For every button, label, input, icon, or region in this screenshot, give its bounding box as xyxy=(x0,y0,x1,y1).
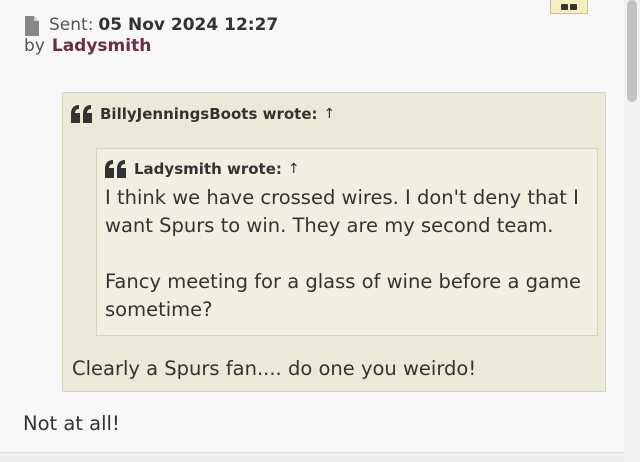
outer-quote-author: BillyJenningsBoots xyxy=(100,105,258,123)
quote-icon xyxy=(71,105,92,123)
inner-quote-paragraph: Fancy meeting for a glass of wine before… xyxy=(105,270,581,321)
sent-label: Sent: xyxy=(49,15,94,35)
outer-quote-cite: BillyJenningsBoots wrote: ↑ xyxy=(71,105,335,123)
inner-quote-paragraph: I think we have crossed wires. I don't d… xyxy=(105,186,579,237)
post-date: 05 Nov 2024 12:27 xyxy=(98,15,279,35)
forum-post: Sent: 05 Nov 2024 12:27 by Ladysmith Bil… xyxy=(0,0,624,453)
by-label: by xyxy=(24,36,45,56)
go-to-post-arrow-icon[interactable]: ↑ xyxy=(288,161,300,177)
post-author-link[interactable]: Ladysmith xyxy=(52,36,151,57)
quick-quote-button[interactable] xyxy=(550,0,588,14)
quote-button-icon xyxy=(561,4,577,10)
outer-quote-text: Clearly a Spurs fan.... do one you weird… xyxy=(72,357,477,380)
post-author-line: by Ladysmith xyxy=(24,36,278,57)
inner-quote-text: I think we have crossed wires. I don't d… xyxy=(105,184,595,324)
post-meta: Sent: 05 Nov 2024 12:27 by Ladysmith xyxy=(24,15,278,57)
go-to-post-arrow-icon[interactable]: ↑ xyxy=(324,106,336,122)
scrollbar-thumb[interactable] xyxy=(627,0,637,102)
outer-quote-block: BillyJenningsBoots wrote: ↑ Ladysmith wr… xyxy=(62,92,606,392)
outer-quote-wrote: wrote: xyxy=(262,105,318,123)
inner-quote-author: Ladysmith xyxy=(134,160,222,178)
inner-quote-cite: Ladysmith wrote: ↑ xyxy=(105,160,300,178)
inner-quote-wrote: wrote: xyxy=(226,160,282,178)
post-sent-line: Sent: 05 Nov 2024 12:27 xyxy=(24,15,278,36)
quote-icon xyxy=(105,160,126,178)
post-reply-text: Not at all! xyxy=(23,412,120,435)
page-scrollbar[interactable] xyxy=(624,0,640,462)
inner-quote-block: Ladysmith wrote: ↑ I think we have cross… xyxy=(96,148,598,336)
file-icon xyxy=(25,16,39,36)
